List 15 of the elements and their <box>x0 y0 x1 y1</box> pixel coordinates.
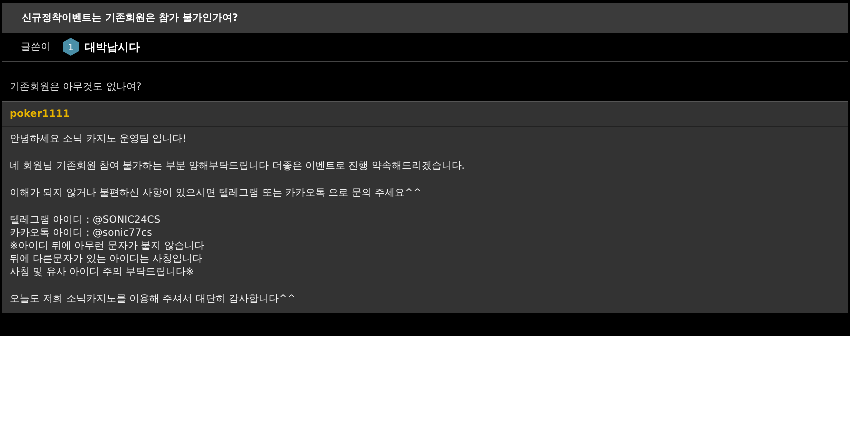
post-title: 신규정착이벤트는 기존회원은 참가 불가인가여? <box>22 12 238 25</box>
reply-text: 텔레그램 아이디 : @SONIC24CS <box>10 214 162 227</box>
reply-author: poker1111 <box>10 108 70 120</box>
reply-text: 네 회원님 기존회원 참여 불가하는 부분 양해부탁드립니다 더좋은 이벤트로 진행 약속해드리겠습니다. <box>10 160 466 173</box>
post-body: 기존회원은 아무것도 없나여? <box>10 82 142 93</box>
reply-text: 뒤에 다른문자가 있는 아이디는 사칭입니다 <box>10 253 204 266</box>
level-badge-icon: 1 <box>63 38 79 56</box>
reply-text: 이해가 되지 않거나 불편하신 사항이 있으시면 텔레그램 또는 카카오톡 으로 문의 주세요^^ <box>10 187 423 200</box>
reply-text: ※아이디 뒤에 아무런 문자가 붙지 않습니다 <box>10 240 206 253</box>
reply-text: 사칭 및 유사 아이디 주의 부탁드립니다※ <box>10 266 196 279</box>
author-name[interactable]: 대박납시다 <box>85 40 140 54</box>
author-label: 글쓴이 <box>21 41 51 54</box>
reply-text: 안녕하세요 소닉 카지노 운영팀 입니다! <box>10 133 188 146</box>
reply-text: 카카오톡 아이디 : @sonic77cs <box>10 227 154 240</box>
reply-text: 오늘도 저희 소닉카지노를 이용해 주셔서 대단히 감사합니다^^ <box>10 293 297 306</box>
